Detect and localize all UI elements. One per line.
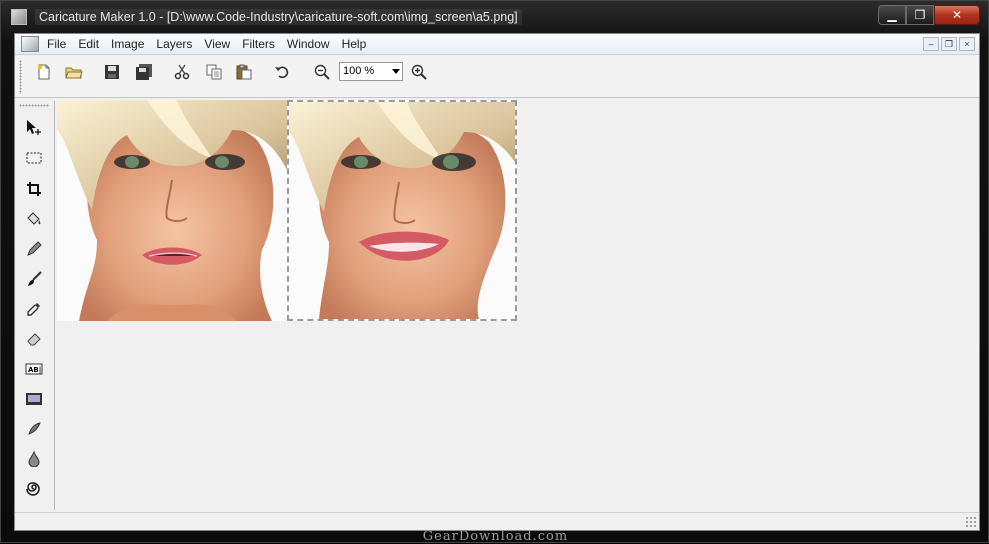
svg-text:AB|: AB| bbox=[28, 366, 41, 375]
resize-grip[interactable] bbox=[965, 516, 977, 528]
chevron-down-icon bbox=[392, 69, 400, 74]
pencil-icon[interactable] bbox=[23, 238, 45, 260]
toolbar: 100 % bbox=[15, 56, 979, 98]
drop-icon[interactable] bbox=[23, 448, 45, 470]
eraser-icon[interactable] bbox=[23, 328, 45, 350]
menu-help[interactable]: Help bbox=[338, 37, 375, 51]
toolbar-grip[interactable] bbox=[19, 60, 22, 94]
title-bar[interactable]: Caricature Maker 1.0 - [D:\www.Code-Indu… bbox=[1, 1, 988, 33]
minimize-button[interactable]: ▁ bbox=[878, 5, 906, 25]
menu-window[interactable]: Window bbox=[283, 37, 338, 51]
mdi-restore-button[interactable]: ❐ bbox=[941, 37, 957, 51]
menu-layers[interactable]: Layers bbox=[152, 37, 200, 51]
app-icon bbox=[11, 9, 27, 25]
close-button[interactable]: ✕ bbox=[934, 5, 980, 25]
move-icon[interactable] bbox=[23, 117, 45, 139]
brush-icon[interactable] bbox=[23, 268, 45, 290]
menu-view[interactable]: View bbox=[200, 37, 238, 51]
scissors-icon[interactable] bbox=[171, 61, 193, 83]
zoom-in-icon[interactable] bbox=[408, 61, 430, 83]
zoom-dropdown[interactable]: 100 % bbox=[339, 62, 403, 81]
caricature-illustration bbox=[289, 102, 515, 319]
paste-icon[interactable] bbox=[233, 61, 255, 83]
rect-select-icon[interactable] bbox=[23, 147, 45, 169]
document-icon[interactable] bbox=[21, 36, 39, 52]
eyedropper-icon[interactable] bbox=[23, 298, 45, 320]
tool-palette: AB| bbox=[15, 101, 55, 510]
menu-file[interactable]: File bbox=[43, 37, 74, 51]
menu-bar: File Edit Image Layers View Filters Wind… bbox=[15, 34, 979, 55]
crop-icon[interactable] bbox=[23, 178, 45, 200]
original-photo[interactable] bbox=[57, 100, 287, 321]
toolbox-grip[interactable] bbox=[19, 104, 49, 107]
undo-icon[interactable] bbox=[271, 61, 293, 83]
image-icon[interactable] bbox=[23, 388, 45, 410]
fill-bucket-icon[interactable] bbox=[23, 208, 45, 230]
save-icon[interactable] bbox=[101, 61, 123, 83]
mdi-close-button[interactable]: × bbox=[959, 37, 975, 51]
window-title: Caricature Maker 1.0 - [D:\www.Code-Indu… bbox=[35, 9, 522, 25]
new-document-icon[interactable] bbox=[33, 61, 55, 83]
menu-edit[interactable]: Edit bbox=[74, 37, 107, 51]
text-icon[interactable]: AB| bbox=[23, 358, 45, 380]
save-all-icon[interactable] bbox=[133, 61, 155, 83]
status-bar bbox=[15, 512, 979, 530]
open-folder-icon[interactable] bbox=[63, 61, 85, 83]
caricature-photo[interactable] bbox=[287, 100, 517, 321]
mdi-buttons: – ❐ × bbox=[923, 37, 975, 51]
smudge-icon[interactable] bbox=[23, 418, 45, 440]
watermark: GearDownload.com bbox=[422, 529, 569, 544]
menu-image[interactable]: Image bbox=[107, 37, 152, 51]
image-canvas[interactable] bbox=[57, 100, 979, 512]
portrait-illustration bbox=[57, 100, 287, 321]
swirl-icon[interactable] bbox=[23, 478, 45, 500]
copy-icon[interactable] bbox=[203, 61, 225, 83]
mdi-minimize-button[interactable]: – bbox=[923, 37, 939, 51]
zoom-value: 100 % bbox=[343, 65, 375, 77]
caption-buttons: ▁ ❐ ✕ bbox=[878, 5, 980, 25]
zoom-out-icon[interactable] bbox=[311, 61, 333, 83]
maximize-button[interactable]: ❐ bbox=[906, 5, 934, 25]
menu-filters[interactable]: Filters bbox=[238, 37, 283, 51]
client-area: File Edit Image Layers View Filters Wind… bbox=[14, 33, 980, 531]
app-window: Caricature Maker 1.0 - [D:\www.Code-Indu… bbox=[0, 0, 989, 544]
